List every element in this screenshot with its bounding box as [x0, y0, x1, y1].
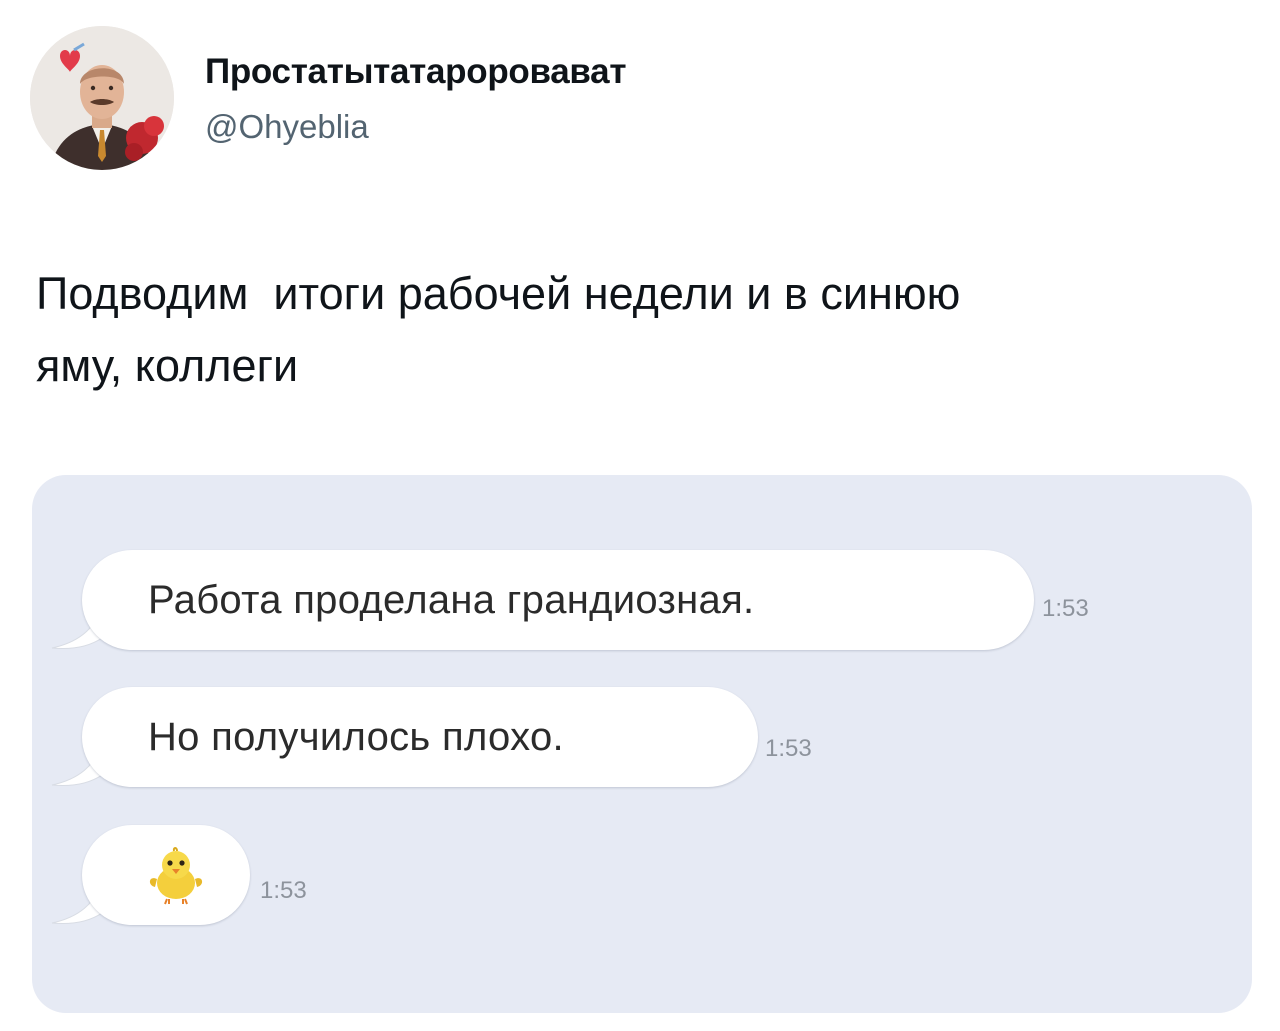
message-time: 1:53	[765, 735, 812, 762]
chick-emoji-icon	[149, 847, 203, 905]
message-time: 1:53	[260, 877, 307, 904]
display-name[interactable]: Простатытатароровават	[205, 52, 626, 92]
tweet-media-image[interactable]: Работа проделана грандиозная. 1:53 Но по…	[32, 475, 1252, 1013]
avatar[interactable]	[30, 26, 174, 170]
message-bubble	[82, 825, 250, 925]
user-handle[interactable]: @Ohyeblia	[205, 108, 369, 146]
message-text: Работа проделана грандиозная.	[148, 577, 755, 622]
avatar-photo	[30, 26, 174, 170]
message-time: 1:53	[1042, 595, 1089, 622]
message-bubble: Работа проделана грандиозная.	[82, 550, 1034, 650]
message-bubble: Но получилось плохо.	[82, 687, 758, 787]
tweet-text: Подводим итоги рабочей недели и в синюю …	[36, 268, 961, 391]
message-text: Но получилось плохо.	[148, 714, 564, 759]
